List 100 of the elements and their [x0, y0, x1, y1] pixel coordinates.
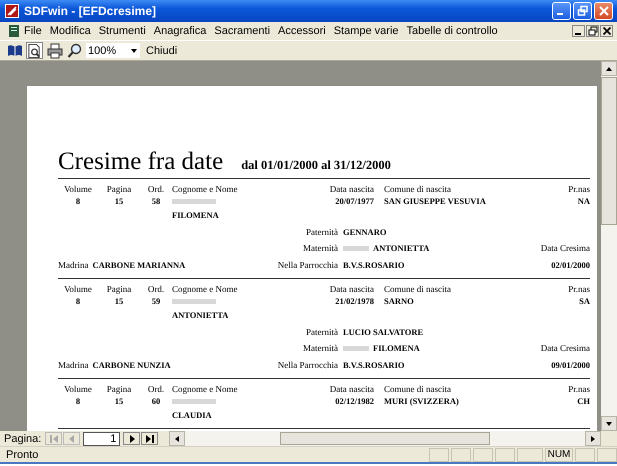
sponsor-value: CARBONE NUNZIA	[92, 360, 171, 370]
document-icon	[8, 24, 20, 38]
menu-item[interactable]: Tabelle di controllo	[402, 25, 502, 37]
volume-value: 8	[74, 196, 82, 206]
birth-place-value: SARNO	[383, 296, 415, 306]
down-arrow-icon	[605, 420, 613, 428]
field-label: Paternità	[305, 226, 338, 236]
book-button[interactable]	[6, 42, 23, 59]
field-label: Madrina	[58, 260, 88, 270]
nav-button[interactable]	[141, 432, 158, 445]
province-value: NA	[576, 196, 590, 206]
column-label: Pagina	[106, 184, 132, 194]
redacted-mark	[172, 199, 216, 204]
restore-icon	[588, 26, 598, 36]
page-label: Pagina:	[4, 432, 42, 444]
caret-icon	[130, 46, 138, 54]
close-report-button[interactable]: Chiudi	[143, 42, 180, 59]
menu-item[interactable]: Strumenti	[94, 25, 150, 37]
parish-value: B.V.S.ROSARIO	[343, 360, 406, 370]
zoom-dropdown[interactable]: 100%	[86, 43, 140, 58]
paternity-value: LUCIO SALVATORE	[343, 326, 424, 336]
status-panel	[495, 448, 515, 462]
volume-value: 8	[74, 296, 82, 306]
status-text: Pronto	[6, 448, 38, 460]
menu-item[interactable]: Accessori	[274, 25, 330, 37]
birth-date-value: 02/12/1982	[334, 396, 374, 406]
parish-value: B.V.S.ROSARIO	[343, 260, 406, 270]
confirmation-date-value: 02/01/2000	[550, 260, 590, 270]
right-arrow-icon	[589, 434, 597, 442]
column-label: Pagina	[106, 384, 132, 394]
redacted-mark	[343, 246, 369, 250]
print-button[interactable]	[46, 42, 63, 59]
status-panel	[451, 448, 471, 462]
menu-item[interactable]: Sacramenti	[210, 25, 274, 37]
paternity-value: GENNARO	[343, 226, 388, 236]
redacted-mark	[343, 346, 369, 350]
zoom-button[interactable]	[66, 42, 83, 59]
page-value: 15	[114, 396, 124, 406]
scroll-thumb[interactable]	[601, 77, 617, 225]
province-value: SA	[578, 296, 590, 306]
column-label: Pagina	[106, 284, 132, 294]
field-label: Data Cresima	[540, 343, 590, 353]
given-name-value: CLAUDIA	[172, 410, 213, 420]
birth-place-value: MURI (SVIZZERA)	[383, 396, 460, 406]
maternity-value: ANTONIETTA	[373, 243, 430, 253]
minimize-button[interactable]	[572, 25, 585, 37]
horizontal-scrollbar[interactable]	[169, 431, 601, 446]
scroll-thumb[interactable]	[280, 432, 490, 445]
column-label: Cognome e Nome	[172, 284, 238, 294]
printer-icon	[46, 42, 62, 58]
column-label: Comune di nascita	[383, 384, 452, 394]
menu-item[interactable]: Anagrafica	[150, 25, 210, 37]
page-value: 15	[114, 196, 124, 206]
restore-button[interactable]	[586, 25, 599, 37]
status-panel	[575, 448, 595, 462]
column-label: Pr.nas	[567, 284, 590, 294]
app-icon	[4, 3, 20, 19]
given-name-value: ANTONIETTA	[172, 310, 230, 320]
field-label: Paternità	[305, 326, 338, 336]
volume-value: 8	[74, 396, 82, 406]
skip-icon	[144, 434, 156, 444]
minimize-icon	[574, 32, 580, 34]
magnifier-icon	[66, 42, 82, 58]
column-label: Volume	[63, 284, 93, 294]
page-number-field[interactable]: 1	[83, 432, 120, 446]
status-panel	[473, 448, 493, 462]
preview-button[interactable]	[26, 42, 43, 59]
field-label: Data Cresima	[540, 243, 590, 253]
redacted-mark	[172, 399, 216, 404]
nav-button[interactable]	[123, 432, 140, 445]
birth-date-value: 21/02/1978	[334, 296, 374, 306]
field-label: Nella Parrocchia	[278, 360, 338, 370]
column-label: Ord.	[146, 384, 166, 394]
up-arrow-icon	[605, 64, 613, 72]
column-label: Data nascita	[328, 184, 374, 194]
num-lock-indicator: NUM	[545, 448, 573, 462]
field-label: Nella Parrocchia	[278, 260, 338, 270]
column-label: Pr.nas	[567, 384, 590, 394]
birth-date-value: 20/07/1977	[334, 196, 374, 206]
column-label: Cognome e Nome	[172, 384, 238, 394]
menu-item[interactable]: File	[20, 25, 46, 37]
menu-item[interactable]: Stampe varie	[330, 25, 403, 37]
maternity-value: FILOMENA	[373, 343, 420, 353]
column-label: Comune di nascita	[383, 284, 452, 294]
sponsor-value: CARBONE MARIANNA	[92, 260, 186, 270]
close-button[interactable]	[600, 25, 613, 37]
close-icon	[598, 5, 610, 17]
menu-item[interactable]: Modifica	[46, 25, 95, 37]
skip-icon	[48, 434, 60, 444]
ord-value: 58	[150, 196, 162, 206]
window-title: SDFwin - [EFDcresime]	[24, 4, 156, 18]
field-label: Madrina	[58, 360, 88, 370]
column-label: Ord.	[146, 184, 166, 194]
status-panel	[597, 448, 617, 462]
vertical-scrollbar[interactable]	[601, 61, 617, 431]
ord-value: 60	[150, 396, 162, 406]
province-value: CH	[576, 396, 590, 406]
status-panel	[517, 448, 543, 462]
left-arrow-icon	[173, 434, 182, 442]
restore-icon	[576, 5, 588, 17]
